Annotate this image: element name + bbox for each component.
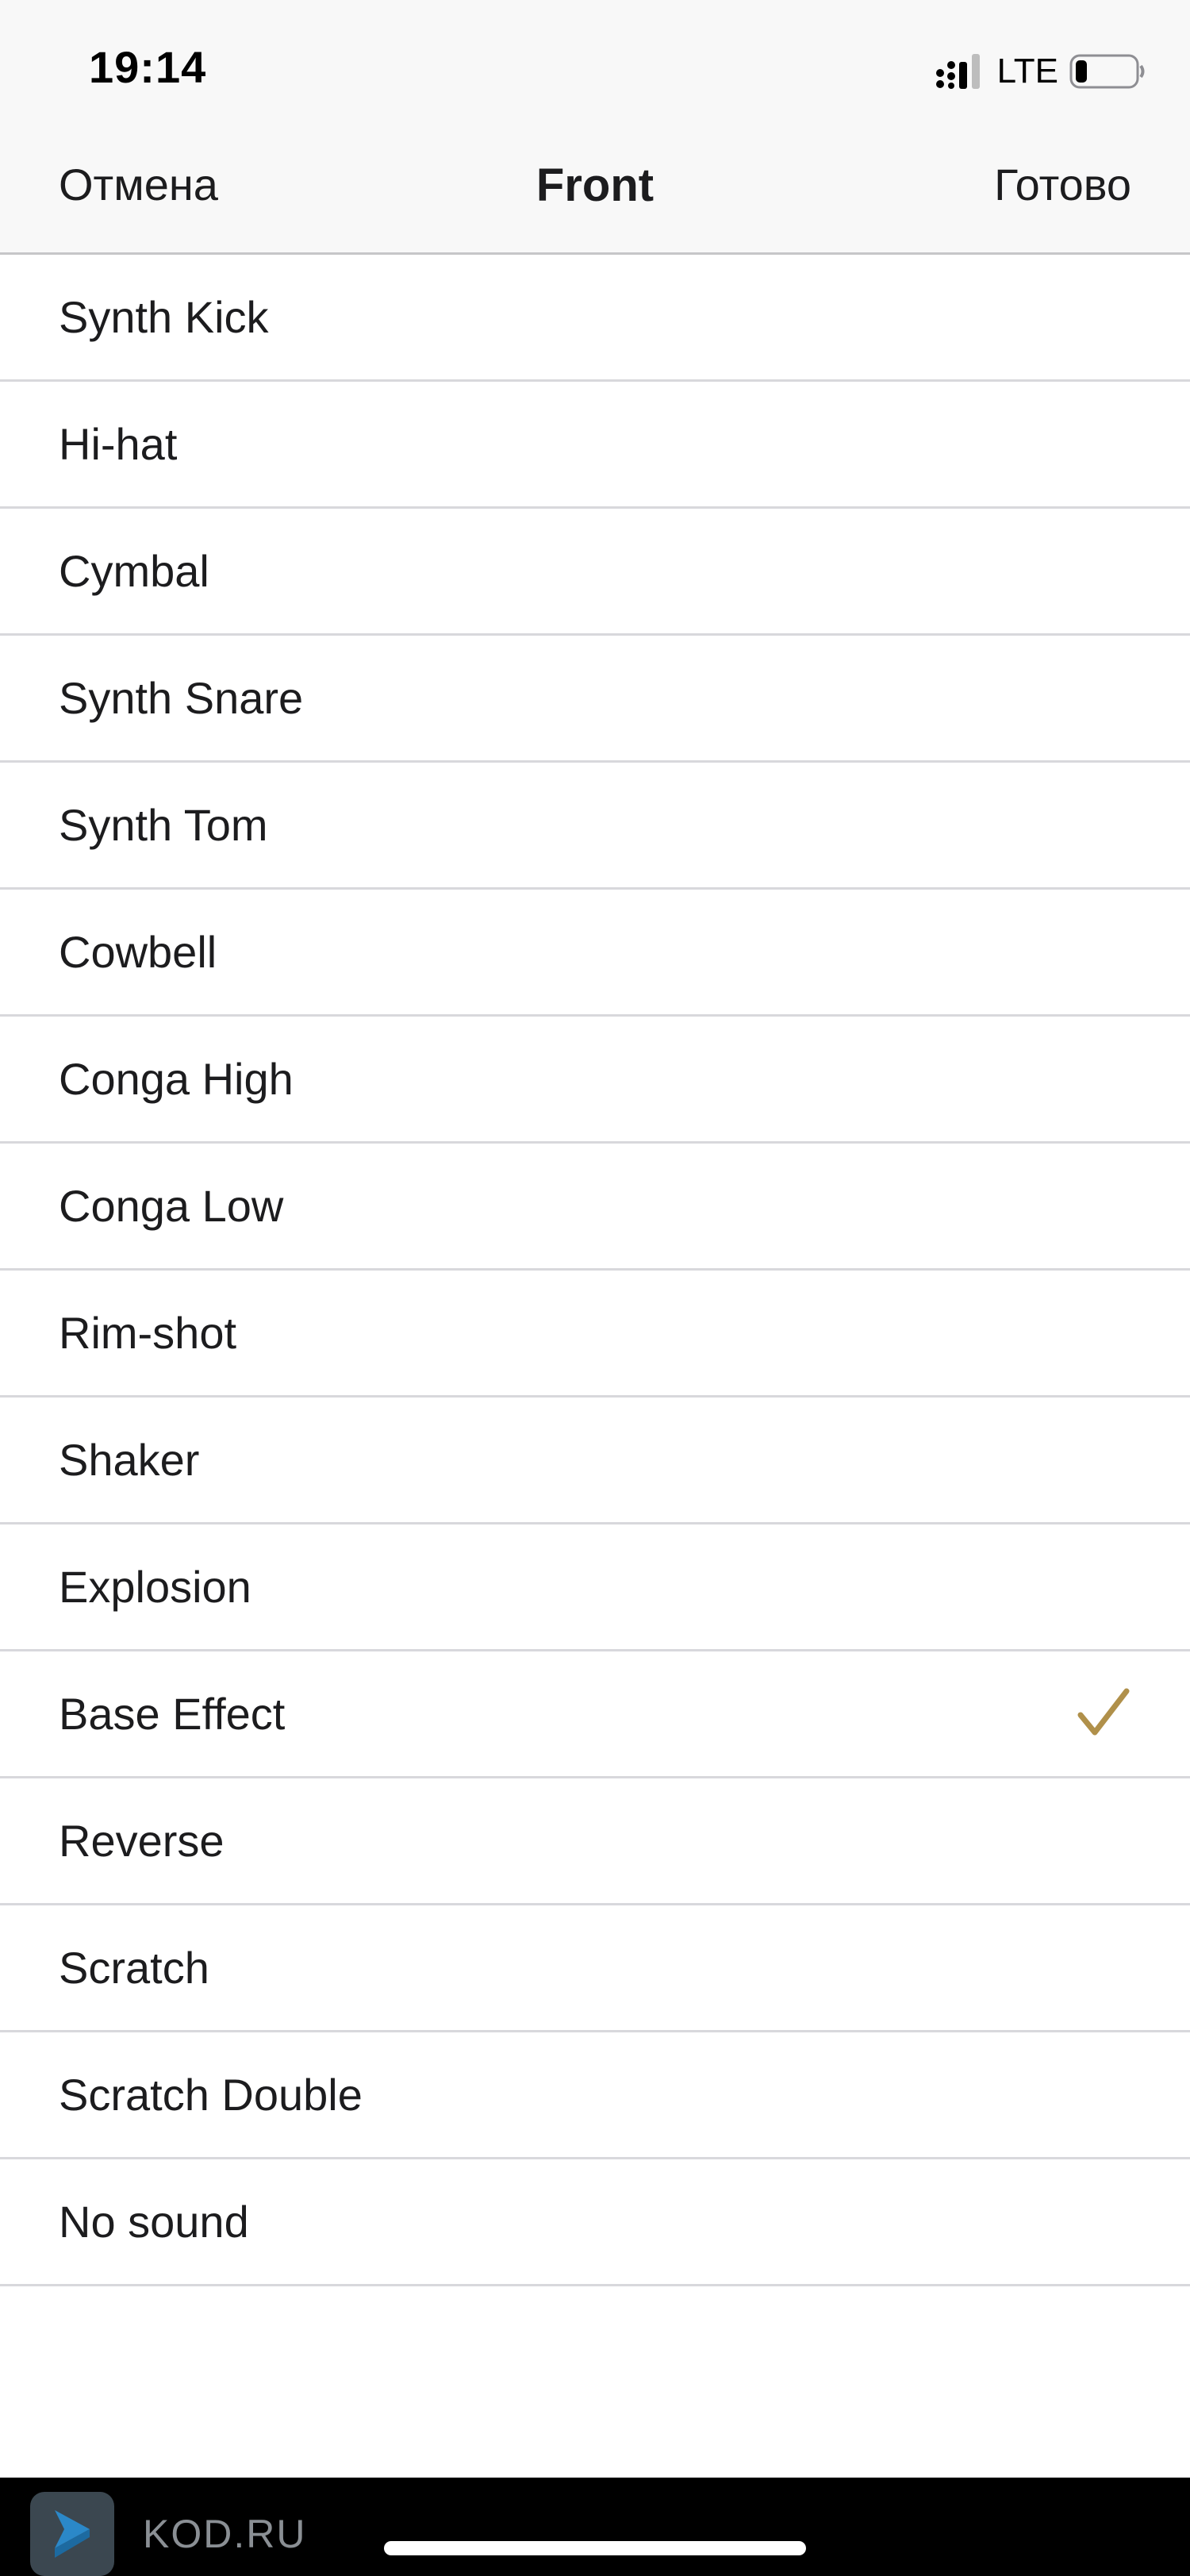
sound-option-row[interactable]: Synth Kick <box>0 255 1190 382</box>
sound-option-row[interactable]: Rim-shot <box>0 1271 1190 1398</box>
sound-option-row[interactable]: Synth Tom <box>0 763 1190 890</box>
sound-option-label: Synth Kick <box>59 292 269 342</box>
sound-option-label: Reverse <box>59 1816 225 1866</box>
sound-option-row[interactable]: Conga High <box>0 1017 1190 1144</box>
sound-option-label: Conga High <box>59 1054 294 1104</box>
sound-option-label: Shaker <box>59 1435 200 1485</box>
sound-option-row[interactable]: Scratch Double <box>0 2032 1190 2159</box>
sound-option-label: No sound <box>59 2197 249 2247</box>
sound-option-label: Conga Low <box>59 1181 284 1231</box>
sound-option-row[interactable]: Synth Snare <box>0 636 1190 763</box>
sound-option-row[interactable]: No sound <box>0 2159 1190 2286</box>
sound-option-label: Base Effect <box>59 1689 286 1739</box>
home-area: KOD.RU <box>0 2478 1190 2576</box>
sound-option-row[interactable]: Conga Low <box>0 1144 1190 1271</box>
battery-icon <box>1069 53 1146 90</box>
sound-option-row[interactable]: Cymbal <box>0 509 1190 636</box>
status-indicators: LTE <box>935 48 1146 95</box>
navigation-bar: Отмена Front Готово <box>0 127 1190 255</box>
done-button[interactable]: Готово <box>994 159 1131 210</box>
network-type: LTE <box>996 52 1058 90</box>
sound-option-label: Explosion <box>59 1562 251 1612</box>
sound-option-label: Cymbal <box>59 546 209 596</box>
checkmark-icon <box>1077 1688 1130 1736</box>
sound-option-label: Synth Tom <box>59 800 268 850</box>
cellular-signal-icon <box>935 54 986 89</box>
sound-option-label: Hi-hat <box>59 419 178 469</box>
sound-option-row[interactable]: Explosion <box>0 1524 1190 1651</box>
sound-option-label: Scratch Double <box>59 2070 363 2120</box>
sound-option-label: Cowbell <box>59 927 217 977</box>
watermark-logo-icon <box>30 2492 114 2576</box>
sound-option-row[interactable]: Base Effect <box>0 1651 1190 1778</box>
sound-option-label: Rim-shot <box>59 1308 237 1358</box>
sound-option-row[interactable]: Hi-hat <box>0 382 1190 509</box>
status-time: 19:14 <box>89 42 207 92</box>
sound-option-row[interactable]: Scratch <box>0 1905 1190 2032</box>
sound-option-row[interactable]: Shaker <box>0 1398 1190 1524</box>
watermark-text: KOD.RU <box>143 2512 307 2556</box>
watermark: KOD.RU <box>30 2492 306 2576</box>
sound-option-label: Scratch <box>59 1943 209 1993</box>
sound-option-row[interactable]: Cowbell <box>0 890 1190 1017</box>
home-indicator[interactable] <box>384 2541 806 2555</box>
status-bar: 19:14 LTE <box>0 0 1190 127</box>
sound-option-row[interactable]: Reverse <box>0 1778 1190 1905</box>
sound-list: Synth Kick Hi-hat Cymbal Synth Snare Synth T… <box>0 255 1190 2286</box>
sound-option-label: Synth Snare <box>59 673 304 723</box>
